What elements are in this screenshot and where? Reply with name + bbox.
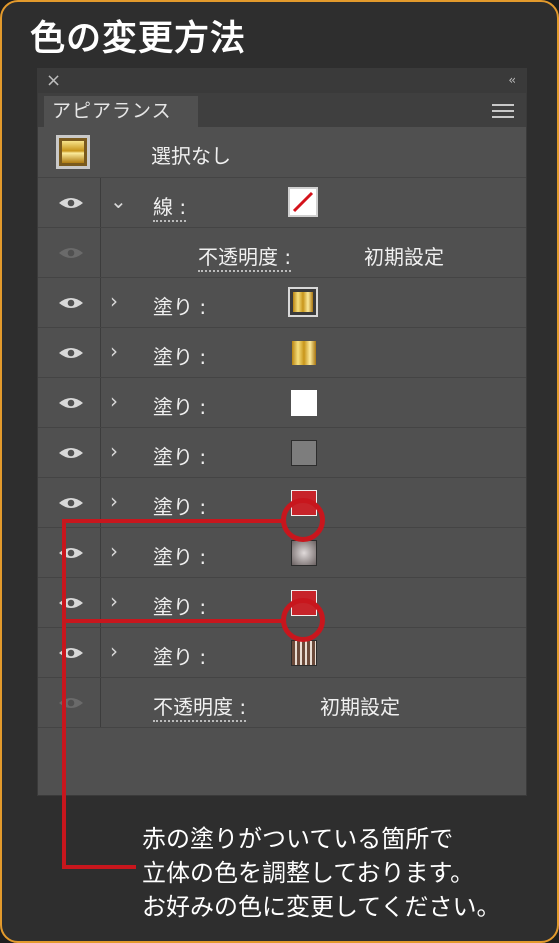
close-icon[interactable]: ×	[46, 70, 61, 91]
caption-line: 立体の色を調整しております。	[142, 859, 475, 887]
fill-label[interactable]: 塗り :	[153, 291, 206, 320]
fill-label[interactable]: 塗り :	[153, 391, 206, 420]
chevron-right-icon[interactable]: ›	[110, 339, 118, 363]
stripes-swatch[interactable]	[291, 640, 317, 666]
fill-row[interactable]: › 塗り :	[38, 427, 526, 477]
collapse-icon[interactable]: ‹‹	[508, 73, 515, 87]
caption-line: 赤の塗りがついている箇所で	[142, 825, 454, 853]
fill-label[interactable]: 塗り :	[153, 441, 206, 470]
fill-label[interactable]: 塗り :	[153, 541, 206, 570]
callout-line	[62, 519, 283, 523]
fill-row[interactable]: › 塗り :	[38, 527, 526, 577]
eye-icon	[59, 248, 83, 258]
panel-title-bar: × ‹‹	[38, 69, 526, 93]
panel-tab-bar: アピアランス	[38, 93, 526, 127]
gold-gradient-swatch[interactable]	[292, 341, 316, 365]
opacity-value[interactable]: 初期設定	[364, 241, 444, 270]
object-opacity-row[interactable]: 不透明度 : 初期設定	[38, 677, 526, 727]
white-swatch[interactable]	[291, 390, 317, 416]
stroke-none-swatch[interactable]	[288, 187, 318, 217]
chevron-right-icon[interactable]: ›	[110, 589, 118, 613]
chevron-right-icon[interactable]: ›	[110, 639, 118, 663]
caption: 赤の塗りがついている箇所で 立体の色を調整しております。 お好みの色に変更してく…	[142, 822, 501, 924]
opacity-label[interactable]: 不透明度 :	[198, 241, 292, 272]
stroke-row[interactable]: ⌄ 線 :	[38, 177, 526, 227]
chevron-down-icon[interactable]: ⌄	[110, 189, 127, 213]
callout-line	[62, 865, 136, 869]
fill-row[interactable]: › 塗り :	[38, 627, 526, 677]
selection-label: 選択なし	[151, 144, 231, 168]
chevron-right-icon[interactable]: ›	[110, 539, 118, 563]
page-heading: 色の変更方法	[30, 19, 247, 59]
chevron-right-icon[interactable]: ›	[110, 389, 118, 413]
callout-circle	[281, 498, 325, 542]
fill-row[interactable]: › 塗り :	[38, 377, 526, 427]
eye-icon[interactable]	[58, 196, 84, 210]
radial-gray-swatch[interactable]	[291, 540, 317, 566]
eye-icon[interactable]	[58, 496, 84, 510]
fill-label[interactable]: 塗り :	[153, 591, 206, 620]
page-frame: 色の変更方法 × ‹‹ アピアランス 選択なし ⌄ 線 : 不透明度: 初期設…	[0, 0, 559, 943]
callout-line	[62, 619, 283, 623]
eye-icon[interactable]	[58, 446, 84, 460]
panel-empty-area	[38, 727, 526, 795]
fill-label[interactable]: 塗り :	[153, 641, 206, 670]
callout-line	[62, 519, 66, 869]
fill-row[interactable]: › 塗り :	[38, 327, 526, 377]
chevron-right-icon[interactable]: ›	[110, 489, 118, 513]
opacity-value[interactable]: 初期設定	[320, 691, 400, 720]
gold-gradient-swatch[interactable]	[288, 287, 318, 317]
fill-label[interactable]: 塗り :	[153, 491, 206, 520]
stroke-label[interactable]: 線 :	[153, 191, 187, 222]
gray-swatch[interactable]	[291, 440, 317, 466]
selection-thumbnail	[56, 135, 90, 169]
callout-circle	[281, 598, 325, 642]
stroke-opacity-row[interactable]: 不透明度 : 初期設定	[38, 227, 526, 277]
appearance-panel: × ‹‹ アピアランス 選択なし ⌄ 線 : 不透明度: 初期設定 › 塗り …	[37, 68, 527, 796]
tab-appearance[interactable]: アピアランス	[44, 96, 198, 127]
opacity-label[interactable]: 不透明度 :	[153, 691, 247, 722]
chevron-right-icon[interactable]: ›	[110, 439, 118, 463]
fill-label[interactable]: 塗り :	[153, 341, 206, 370]
selection-row: 選択なし	[38, 127, 526, 177]
eye-icon[interactable]	[58, 296, 84, 310]
fill-row[interactable]: › 塗り :	[38, 277, 526, 327]
eye-icon[interactable]	[58, 396, 84, 410]
chevron-right-icon[interactable]: ›	[110, 289, 118, 313]
caption-line: お好みの色に変更してください。	[142, 893, 501, 921]
panel-menu-icon[interactable]	[492, 104, 514, 118]
eye-icon[interactable]	[58, 346, 84, 360]
